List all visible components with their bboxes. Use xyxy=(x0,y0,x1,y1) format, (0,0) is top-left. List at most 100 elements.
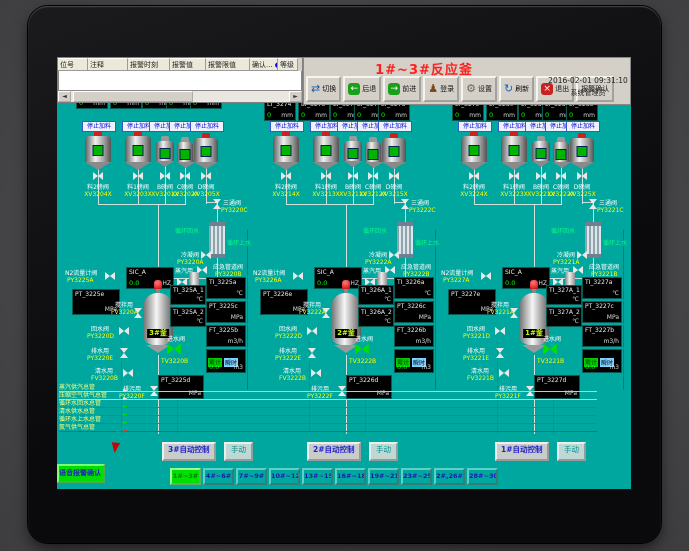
login-button[interactable]: ♟登录 xyxy=(423,76,459,102)
auto-control-button-2#[interactable]: 2#自动控制 xyxy=(307,442,361,461)
inlet-valve-icon[interactable] xyxy=(543,344,557,355)
valve-icon[interactable] xyxy=(180,172,190,180)
auto-control-button-3#[interactable]: 3#自动控制 xyxy=(162,442,216,461)
three-way-valve-icon[interactable] xyxy=(213,199,221,209)
refresh-button[interactable]: ↻刷新 xyxy=(499,76,534,102)
utility-valve-icon[interactable] xyxy=(496,348,504,358)
n2-valve-icon[interactable] xyxy=(293,272,303,280)
valve-icon[interactable] xyxy=(93,172,103,180)
switch-view-button[interactable]: ⇄切换 xyxy=(306,76,341,102)
totalizer-readout[interactable]: 累计瞬时 0.0 m3 xyxy=(395,350,433,372)
stirrer-readout[interactable]: SIC_A 0.0 HZ xyxy=(315,268,361,288)
stop-feed-indicator[interactable]: 停止加料 xyxy=(190,121,224,132)
valve-icon[interactable] xyxy=(556,172,566,180)
temp-readout[interactable]: TI_326A_2 ℃ xyxy=(359,308,393,326)
stirrer-readout[interactable]: SIC_A 0.0 HZ xyxy=(503,268,549,288)
page-button-13#~15#[interactable]: 13#~15# xyxy=(302,468,333,485)
valve-icon[interactable] xyxy=(469,172,479,180)
flow-readout[interactable]: FT_3227b m3/h xyxy=(583,326,621,346)
totalizer-readout[interactable]: 累计瞬时 0.0 m3 xyxy=(207,350,245,372)
flow-readout[interactable]: FT_3225b m3/h xyxy=(207,326,245,346)
alarm-table-scrollbar[interactable]: ◄ ► xyxy=(58,91,302,102)
page-button-16#~18#[interactable]: 16#~18# xyxy=(335,468,366,485)
temp-readout[interactable]: TI_327A_2 ℃ xyxy=(547,308,581,326)
forward-button[interactable]: →前进 xyxy=(383,76,421,102)
stop-feed-indicator[interactable]: 停止加料 xyxy=(566,121,600,132)
scroll-left-button[interactable]: ◄ xyxy=(58,91,71,102)
valve-icon[interactable] xyxy=(536,172,546,180)
steam-valve-icon[interactable] xyxy=(365,278,375,286)
page-button-28#~30#[interactable]: 28#~30# xyxy=(467,468,498,485)
manual-mode-button[interactable]: 手动 xyxy=(224,442,253,461)
valve-icon[interactable] xyxy=(348,172,358,180)
alarm-column-header[interactable]: 确认...● xyxy=(250,58,278,71)
valve-icon[interactable] xyxy=(368,172,378,180)
alarm-column-header[interactable]: 报警时刻 xyxy=(128,58,170,71)
three-way-valve-icon[interactable] xyxy=(589,199,597,209)
n2-valve-icon[interactable] xyxy=(481,272,491,280)
scrollbar-track[interactable] xyxy=(71,91,289,102)
page-button-4#~6#[interactable]: 4#~6# xyxy=(203,468,234,485)
valve-icon[interactable] xyxy=(160,172,170,180)
alarm-column-header[interactable]: 报警值 xyxy=(170,58,206,71)
valve-icon[interactable] xyxy=(201,172,211,180)
utility-valve-icon[interactable] xyxy=(119,327,129,335)
scroll-right-button[interactable]: ► xyxy=(289,91,302,102)
pressure-readout[interactable]: PT_3226c MPa xyxy=(395,302,433,322)
manual-mode-button[interactable]: 手动 xyxy=(557,442,586,461)
voice-alarm-ack-button[interactable]: 语音报警确认 xyxy=(57,464,105,483)
utility-valve-icon[interactable] xyxy=(123,369,133,377)
page-button-19#~21#[interactable]: 19#~21# xyxy=(368,468,399,485)
totalizer-readout[interactable]: 累计瞬时 0.0 m3 xyxy=(583,350,621,372)
pressure-readout[interactable]: PT_3226d MPa xyxy=(347,376,391,398)
pressure-readout[interactable]: PT_3225d MPa xyxy=(159,376,203,398)
valve-icon[interactable] xyxy=(133,172,143,180)
alarm-column-header[interactable]: 位号 xyxy=(58,58,88,71)
temp-readout[interactable]: TI_3226a ℃ xyxy=(395,278,433,298)
condenser-valve-icon[interactable] xyxy=(389,251,399,259)
temp-readout[interactable]: TI_327A_1 ℃ xyxy=(547,286,581,304)
valve-icon[interactable] xyxy=(509,172,519,180)
utility-valve-icon[interactable] xyxy=(120,348,128,358)
alarm-column-header[interactable]: 等级 xyxy=(278,58,298,71)
back-button[interactable]: ←后退 xyxy=(343,76,381,102)
page-button-7#~9#[interactable]: 7#~9# xyxy=(236,468,267,485)
temp-readout[interactable]: TI_3227a ℃ xyxy=(583,278,621,298)
valve-icon[interactable] xyxy=(321,172,331,180)
utility-valve-icon[interactable] xyxy=(510,308,518,318)
temp-readout[interactable]: TI_3225a ℃ xyxy=(207,278,245,298)
page-button-23#~25#[interactable]: 23#~25# xyxy=(401,468,432,485)
pressure-readout[interactable]: PT_3227c MPa xyxy=(583,302,621,322)
temp-readout[interactable]: TI_325A_1 ℃ xyxy=(171,286,205,304)
pressure-readout[interactable]: PT_3225c MPa xyxy=(207,302,245,322)
pressure-readout[interactable]: PT_3227d MPa xyxy=(535,376,579,398)
utility-valve-icon[interactable] xyxy=(308,348,316,358)
utility-valve-icon[interactable] xyxy=(495,327,505,335)
condenser-valve-icon[interactable] xyxy=(201,251,211,259)
settings-button[interactable]: ⚙设置 xyxy=(461,76,497,102)
valve-icon[interactable] xyxy=(281,172,291,180)
page-button-10#~12#[interactable]: 10#~12# xyxy=(269,468,300,485)
inlet-valve-icon[interactable] xyxy=(167,344,181,355)
auto-control-button-1#[interactable]: 1#自动控制 xyxy=(495,442,549,461)
condenser-valve-icon[interactable] xyxy=(577,251,587,259)
valve-icon[interactable] xyxy=(577,172,587,180)
page-button-1#~3#[interactable]: 1#~3# xyxy=(170,468,201,485)
manual-mode-button[interactable]: 手动 xyxy=(369,442,398,461)
inlet-valve-icon[interactable] xyxy=(355,344,369,355)
utility-valve-icon[interactable] xyxy=(499,369,509,377)
alarm-column-header[interactable]: 注释 xyxy=(88,58,128,71)
level-readout[interactable]: LT_3274 0 mm xyxy=(265,100,295,120)
scrollbar-thumb[interactable] xyxy=(73,91,193,102)
utility-valve-icon[interactable] xyxy=(134,308,142,318)
temp-readout[interactable]: TI_325A_2 ℃ xyxy=(171,308,205,326)
stop-feed-indicator[interactable]: 停止加料 xyxy=(378,121,412,132)
valve-icon[interactable] xyxy=(389,172,399,180)
steam-valve-icon[interactable] xyxy=(177,278,187,286)
utility-valve-icon[interactable] xyxy=(311,369,321,377)
flow-readout[interactable]: FT_3226b m3/h xyxy=(395,326,433,346)
utility-valve-icon[interactable] xyxy=(322,308,330,318)
three-way-valve-icon[interactable] xyxy=(401,199,409,209)
utility-valve-icon[interactable] xyxy=(307,327,317,335)
steam-valve-icon[interactable] xyxy=(553,278,563,286)
